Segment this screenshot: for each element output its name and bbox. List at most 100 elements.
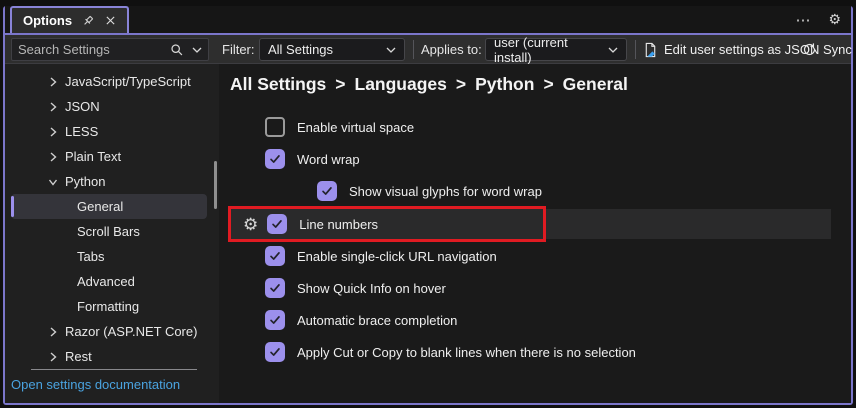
setting-row-apply-cut-or-copy-to-blank-lines-when-there-is-no-selection: Apply Cut or Copy to blank lines when th… <box>219 336 851 368</box>
sidebar-item-general[interactable]: General <box>11 194 207 219</box>
sidebar-item-razor-asp-net-core[interactable]: Razor (ASP.NET Core) <box>11 319 207 344</box>
close-icon[interactable] <box>104 14 117 27</box>
gear-icon[interactable]: ⚙ <box>828 11 841 28</box>
toolbar-separator <box>635 40 636 59</box>
setting-row-automatic-brace-completion: Automatic brace completion <box>219 304 851 336</box>
setting-label: Automatic brace completion <box>297 312 458 328</box>
sidebar-item-label: JavaScript/TypeScript <box>65 74 191 89</box>
breadcrumb-segment-python[interactable]: Python <box>475 74 534 95</box>
checkbox-apply-cut-or-copy-to-blank-lines-when-there-is-no-selection[interactable] <box>265 342 285 362</box>
checkbox-word-wrap[interactable] <box>265 149 285 169</box>
breadcrumb-separator: > <box>335 74 346 94</box>
search-field[interactable] <box>18 42 170 57</box>
sidebar-item-javascript-typescript[interactable]: JavaScript/TypeScript <box>11 69 207 94</box>
sidebar-item-python[interactable]: Python <box>11 169 207 194</box>
tab-options[interactable]: Options <box>10 6 130 33</box>
checkbox-automatic-brace-completion[interactable] <box>265 310 285 330</box>
checkbox-enable-single-click-url-navigation[interactable] <box>265 246 285 266</box>
pin-icon[interactable] <box>81 14 95 28</box>
chevron-right-icon[interactable] <box>45 149 61 165</box>
checkbox-line-numbers[interactable] <box>267 214 288 234</box>
chevron-down-icon[interactable] <box>45 174 61 190</box>
titlebar: Options ⋯ ⚙ <box>5 6 851 33</box>
sync-label: Sync <box>823 42 852 57</box>
sidebar-item-json[interactable]: JSON <box>11 94 207 119</box>
setting-label: Line numbers <box>299 216 379 232</box>
edit-json-label: Edit user settings as JSON <box>664 42 820 57</box>
edit-json-button[interactable]: Edit user settings as JSON <box>643 35 819 64</box>
sync-button[interactable]: Sync <box>802 35 852 64</box>
sidebar-item-label: Rest <box>65 349 92 364</box>
sidebar-item-label: Tabs <box>77 249 105 264</box>
sidebar-item-label: Formatting <box>77 299 140 314</box>
open-settings-documentation-link[interactable]: Open settings documentation <box>11 377 180 392</box>
applies-to-value: user (current install) <box>494 34 568 65</box>
breadcrumb-segment-languages[interactable]: Languages <box>355 74 447 95</box>
setting-row-line-numbers: ⚙ Line numbers <box>231 209 831 239</box>
toolbar-separator <box>413 40 414 59</box>
setting-label: Enable virtual space <box>297 119 415 135</box>
sidebar-item-plain-text[interactable]: Plain Text <box>11 144 207 169</box>
chevron-down-icon <box>386 47 396 53</box>
sidebar-item-label: Plain Text <box>65 149 122 164</box>
setting-row-show-quick-info-on-hover: Show Quick Info on hover <box>219 272 851 304</box>
setting-row-word-wrap: Word wrap <box>219 143 851 175</box>
checkbox-show-visual-glyphs-for-word-wrap[interactable] <box>317 181 337 201</box>
sidebar-divider <box>31 369 197 370</box>
sidebar-item-label: JSON <box>65 99 100 114</box>
chevron-right-icon[interactable] <box>45 74 61 90</box>
applies-to-label: Applies to: <box>421 42 482 57</box>
filter-dropdown[interactable]: All Settings <box>259 38 405 61</box>
chevron-right-icon[interactable] <box>45 324 61 340</box>
search-input[interactable] <box>11 38 209 61</box>
sidebar-item-rest[interactable]: Rest <box>11 344 207 369</box>
chevron-down-icon[interactable] <box>192 47 202 53</box>
sidebar-item-label: General <box>77 199 124 214</box>
sidebar-tree: JavaScript/TypeScript JSON LESS Plain Text P… <box>5 69 219 369</box>
search-icon[interactable] <box>170 43 184 57</box>
setting-row-show-visual-glyphs-for-word-wrap: Show visual glyphs for word wrap <box>219 175 851 207</box>
checkbox-show-quick-info-on-hover[interactable] <box>265 278 285 298</box>
main-area: JavaScript/TypeScript JSON LESS Plain Text P… <box>5 64 851 403</box>
sidebar-item-tabs[interactable]: Tabs <box>11 244 207 269</box>
sidebar: JavaScript/TypeScript JSON LESS Plain Text P… <box>5 64 219 403</box>
setting-label: Word wrap <box>297 151 360 167</box>
setting-row-enable-single-click-url-navigation: Enable single-click URL navigation <box>219 240 851 272</box>
titlebar-actions: ⋯ ⚙ <box>795 6 841 33</box>
sidebar-item-scroll-bars[interactable]: Scroll Bars <box>11 219 207 244</box>
json-file-icon <box>643 42 658 58</box>
more-options-icon[interactable]: ⋯ <box>795 11 811 29</box>
options-window: Options ⋯ ⚙ Search Settings Filter: All … <box>3 6 853 405</box>
sidebar-item-label: Scroll Bars <box>77 224 140 239</box>
filter-value: All Settings <box>268 42 334 57</box>
setting-label: Apply Cut or Copy to blank lines when th… <box>297 344 636 360</box>
breadcrumb-separator: > <box>455 74 467 94</box>
chevron-right-icon[interactable] <box>45 99 61 115</box>
breadcrumb-segment-all-settings[interactable]: All Settings <box>230 74 326 95</box>
setting-label: Enable single-click URL navigation <box>297 248 497 264</box>
setting-label: Show Quick Info on hover <box>297 280 446 296</box>
sync-icon <box>802 42 817 57</box>
sidebar-item-less[interactable]: LESS <box>11 119 207 144</box>
sidebar-scrollbar[interactable] <box>214 161 217 209</box>
setting-row-enable-virtual-space: Enable virtual space <box>219 111 851 143</box>
sidebar-item-label: Razor (ASP.NET Core) <box>65 324 198 339</box>
checkbox-enable-virtual-space[interactable] <box>265 117 285 137</box>
applies-to-dropdown[interactable]: user (current install) <box>485 35 627 65</box>
chevron-down-icon <box>608 47 618 53</box>
toolbar: Filter: All Settings Applies to: user (c… <box>5 35 852 65</box>
chevron-right-icon[interactable] <box>45 124 61 140</box>
settings-panel: All Settings > Languages > Python > General En… <box>219 64 851 403</box>
sidebar-item-label: LESS <box>65 124 99 139</box>
breadcrumb-separator: > <box>543 74 554 94</box>
breadcrumb-segment-general[interactable]: General <box>563 74 628 95</box>
sidebar-item-label: Advanced <box>77 274 135 289</box>
chevron-right-icon[interactable] <box>45 349 61 365</box>
gear-icon[interactable]: ⚙ <box>243 216 258 233</box>
sidebar-item-formatting[interactable]: Formatting <box>11 294 207 319</box>
tab-title: Options <box>23 13 73 28</box>
filter-label: Filter: <box>222 42 255 57</box>
sidebar-item-advanced[interactable]: Advanced <box>11 269 207 294</box>
setting-label: Show visual glyphs for word wrap <box>349 183 542 199</box>
breadcrumb: All Settings > Languages > Python > General <box>230 74 628 95</box>
